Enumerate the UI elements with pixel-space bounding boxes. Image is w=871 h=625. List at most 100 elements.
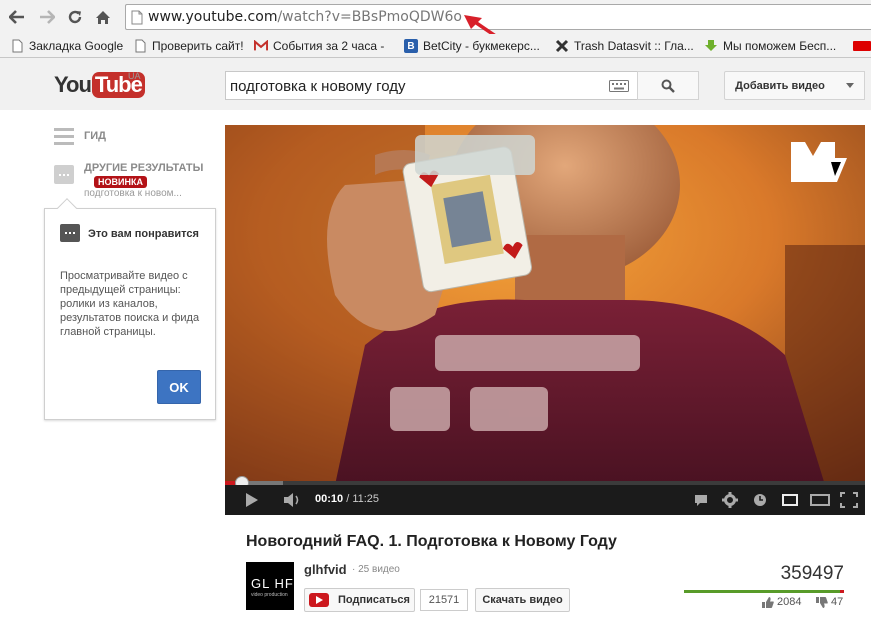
page-icon (10, 39, 24, 53)
more-results-icon[interactable] (54, 165, 74, 184)
dislike-button[interactable]: 47 (816, 596, 843, 608)
search-button[interactable] (637, 71, 699, 100)
speech-bubble-icon (695, 494, 707, 506)
search-input[interactable] (230, 76, 600, 96)
bookmark-label: BetCity - букмекерс... (423, 39, 540, 53)
small-player-button[interactable] (779, 491, 801, 509)
chevron-down-icon (845, 83, 854, 88)
channel-video-count[interactable]: · 25 видео (352, 564, 400, 575)
bookmark-label: Закладка Google (29, 39, 124, 53)
more-results-subtitle[interactable]: подготовка к новом... (84, 188, 182, 199)
bookmark-label: Trash Datasvit :: Гла... (574, 39, 694, 53)
recommendation-tooltip: Это вам понравится Просматривайте видео … (44, 198, 216, 420)
channel-name[interactable]: glhfvid (304, 562, 347, 577)
thumbs-down-icon (816, 596, 828, 608)
forward-arrow-icon (40, 10, 55, 24)
current-time: 00:10 (315, 493, 344, 505)
youtube-masthead: You Tube UA Добавить видео (0, 58, 871, 110)
new-badge: НОВИНКА (94, 176, 147, 188)
time-display: 00:10 / 11:25 (315, 493, 379, 505)
tooltip-title: Это вам понравится (88, 228, 199, 240)
url-host: www.youtube.com (148, 9, 278, 25)
url-path: /watch?v=BBsPmoQDW6o (277, 9, 462, 25)
player-controls: 00:10 / 11:25 (225, 485, 865, 515)
browser-toolbar: www.youtube.com/watch?v=BBsPmoQDW6o (0, 0, 871, 60)
large-player-icon (810, 494, 830, 506)
youtube-play-icon (309, 593, 329, 607)
bookmark-item[interactable]: Закладка Google (10, 37, 123, 55)
duration: / 11:25 (346, 493, 380, 505)
guide-label: ГИД (84, 130, 106, 142)
bookmark-item[interactable]: Мы поможем Бесп... (704, 37, 836, 55)
small-player-icon (782, 494, 798, 506)
download-arrow-icon (704, 39, 718, 53)
subscribe-button[interactable]: Подписаться (304, 588, 415, 612)
channel-avatar[interactable]: GL HF video production (246, 562, 294, 610)
likes-bar (684, 590, 841, 593)
avatar-subtext: video production (251, 592, 288, 598)
tooltip-pointer (57, 198, 77, 218)
reload-button[interactable] (64, 6, 86, 28)
address-bar[interactable]: www.youtube.com/watch?v=BBsPmoQDW6o (125, 4, 871, 30)
bookmark-item[interactable] (853, 37, 871, 55)
download-video-button[interactable]: Скачать видео (475, 588, 570, 612)
video-title: Новогодний FAQ. 1. Подготовка к Новому Г… (246, 533, 617, 550)
bookmark-item[interactable]: Trash Datasvit :: Гла... (555, 37, 694, 55)
bookmark-label: Проверить сайт! (152, 39, 244, 53)
subscribe-label: Подписаться (338, 594, 410, 606)
fullscreen-button[interactable] (839, 491, 859, 509)
reload-icon (68, 10, 82, 24)
ok-button[interactable]: OK (157, 370, 201, 404)
gmail-icon (254, 39, 268, 53)
url-text: www.youtube.com/watch?v=BBsPmoQDW6o (148, 9, 462, 25)
avatar-text: GL HF (251, 576, 294, 591)
betcity-icon: B (404, 39, 418, 53)
bookmark-item[interactable]: События за 2 часа - (254, 37, 384, 55)
subscriber-count: 21571 (420, 589, 468, 611)
back-button[interactable] (6, 6, 28, 28)
clock-icon (754, 494, 766, 506)
guide-toggle[interactable]: ГИД (54, 127, 106, 145)
page-icon (133, 39, 147, 53)
bookmarks-bar: Закладка Google Проверить сайт! События … (0, 34, 871, 58)
upload-button[interactable]: Добавить видео (724, 71, 836, 100)
forward-button[interactable] (36, 6, 58, 28)
keyboard-icon[interactable] (609, 80, 629, 92)
like-button[interactable]: 2084 (762, 596, 801, 608)
video-player[interactable]: 00:10 / 11:25 (225, 125, 865, 515)
view-count: 359497 (780, 563, 844, 584)
x-logo-icon (555, 39, 569, 53)
fullscreen-icon (840, 492, 858, 508)
browser-window: www.youtube.com/watch?v=BBsPmoQDW6o Закл… (0, 0, 871, 625)
tooltip-body: Просматривайте видео с предыдущей страни… (60, 270, 200, 338)
page-icon (131, 10, 143, 25)
settings-button[interactable] (720, 491, 740, 509)
volume-icon (284, 493, 299, 507)
sentiment-bar (684, 590, 844, 593)
more-results-label[interactable]: ДРУГИЕ РЕЗУЛЬТАТЫ (84, 162, 203, 174)
logo-region: UA (128, 71, 141, 81)
live-icon (853, 41, 871, 51)
search-icon (661, 79, 675, 93)
bookmark-item[interactable]: Проверить сайт! (133, 37, 244, 55)
bookmark-label: События за 2 часа - (273, 39, 385, 53)
bookmark-label: Мы поможем Бесп... (723, 39, 837, 53)
home-button[interactable] (92, 6, 114, 28)
gear-icon (722, 492, 738, 508)
logo-you-text: You (54, 72, 92, 97)
play-button[interactable] (241, 491, 263, 509)
dislike-count: 47 (831, 596, 844, 608)
play-icon (246, 493, 258, 507)
upload-dropdown-button[interactable] (835, 71, 865, 100)
watch-later-button[interactable] (751, 491, 769, 509)
bookmark-item[interactable]: B BetCity - букмекерс... (404, 37, 540, 55)
volume-button[interactable] (281, 491, 305, 509)
annotations-button[interactable] (691, 491, 711, 509)
search-box (225, 71, 637, 100)
guide-menu-icon (54, 128, 74, 145)
large-player-button[interactable] (809, 491, 831, 509)
like-count: 2084 (777, 596, 802, 608)
back-arrow-icon (9, 10, 24, 24)
home-icon (96, 10, 110, 24)
video-frame[interactable] (225, 125, 865, 485)
